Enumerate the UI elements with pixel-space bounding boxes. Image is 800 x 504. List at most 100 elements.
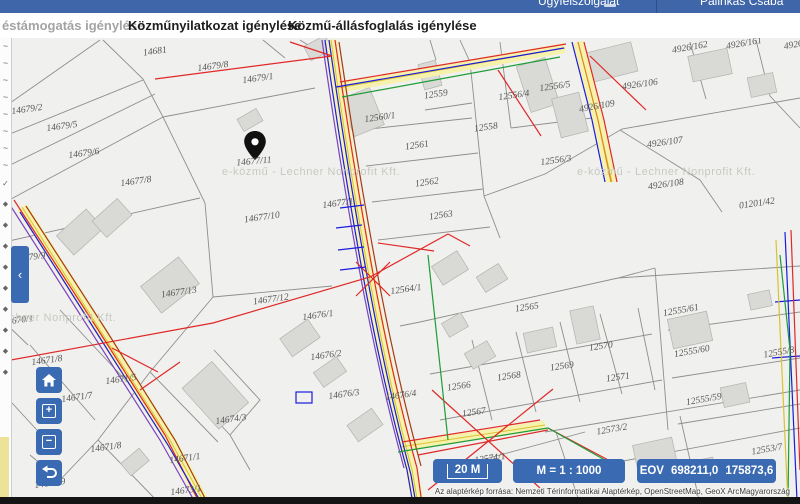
- topbar-divider: [656, 0, 657, 13]
- parcel-label: 4926/107: [647, 136, 684, 151]
- parcel-label: 12565: [515, 301, 540, 314]
- parcel-label: 4926/162: [671, 40, 708, 56]
- parcel-labels-layer: 1468114679/814679/114679/214679/514679/6…: [0, 38, 800, 504]
- parcel-label: 14679/2: [11, 103, 43, 117]
- diamond-icon[interactable]: ◆: [0, 320, 11, 341]
- map-canvas[interactable]: 1468114679/814679/114679/214679/514679/6…: [0, 38, 800, 504]
- parcel-label: 14671/8: [90, 441, 122, 455]
- diamond-icon[interactable]: ◆: [0, 215, 11, 236]
- tab-utility-position[interactable]: Közmű-állásfoglalás igénylése: [288, 18, 477, 33]
- menu-icon[interactable]: [604, 4, 616, 7]
- minus-icon: −: [42, 435, 56, 449]
- parcel-label: 14671/5: [105, 373, 137, 387]
- wave-icon[interactable]: ~: [0, 72, 11, 89]
- parcel-label: 12559: [424, 88, 449, 101]
- parcel-label: 12555/8: [763, 345, 795, 360]
- parcel-label: 4926/109: [578, 99, 615, 115]
- parcel-label: 12556/5: [539, 80, 571, 94]
- parcel-label: 01201/42: [739, 197, 776, 212]
- parcel-label: 14676/1: [302, 309, 334, 323]
- layer-highlight: [0, 437, 9, 497]
- parcel-label: 12553/7: [751, 442, 783, 457]
- parcel-label: 4926/1: [783, 38, 800, 52]
- panel-collapse-button[interactable]: ‹: [11, 246, 29, 303]
- parcel-label: 14674/3: [215, 413, 247, 427]
- diamond-icon[interactable]: ◆: [0, 341, 11, 362]
- parcel-label: 12571: [606, 371, 631, 384]
- parcel-label: 12558: [474, 121, 499, 134]
- coord-easting: 698211,0: [671, 465, 718, 477]
- parcel-label: 14679/5: [46, 120, 78, 134]
- parcel-label: 14679/6: [68, 147, 100, 161]
- tab-design-support[interactable]: éstámogatás igénylése: [2, 18, 144, 33]
- parcel-label: 12573/2: [596, 422, 628, 437]
- map-ratio-label: M = 1 : 1000: [537, 465, 602, 477]
- diamond-icon[interactable]: ◆: [0, 194, 11, 215]
- parcel-label: 12569: [550, 360, 575, 373]
- parcel-label: 12566: [447, 380, 472, 393]
- parcel-label: 12564/1: [390, 283, 422, 297]
- coord-system-label: EOV: [640, 465, 664, 477]
- parcel-label: 12556/3: [540, 154, 572, 168]
- watermark: e-közmű - Lechner Nonprofit Kft.: [222, 166, 400, 178]
- wave-icon[interactable]: ~: [0, 55, 11, 72]
- parcel-label: 14671/8: [31, 354, 63, 368]
- diamond-icon[interactable]: ◆: [0, 362, 11, 383]
- parcel-label: 14677/10: [244, 211, 281, 226]
- parcel-label: 14677/13: [161, 286, 198, 301]
- check-icon[interactable]: ✓: [0, 174, 11, 194]
- parcel-label: 12556/4: [498, 89, 530, 103]
- parcel-label: 14681: [143, 45, 168, 58]
- watermark: e-közmű - Lechner Nonprofit Kft.: [577, 166, 755, 178]
- main-nav: éstámogatás igénylése Közműnyilatkozat i…: [0, 13, 800, 38]
- wave-icon[interactable]: ~: [0, 140, 11, 157]
- bottom-window-strip: [0, 497, 800, 504]
- parcel-label: 12555/59: [685, 392, 722, 408]
- parcel-label: 14677/12: [253, 293, 290, 308]
- parcel-label: 14677/8: [120, 175, 152, 189]
- map-ratio-badge[interactable]: M = 1 : 1000: [513, 459, 625, 483]
- parcel-label: 12563: [429, 209, 454, 222]
- tab-utility-statement[interactable]: Közműnyilatkozat igénylése: [128, 18, 301, 33]
- parcel-label: 12560/1: [364, 111, 396, 125]
- parcel-label: 12567: [462, 406, 487, 419]
- wave-icon[interactable]: ~: [0, 106, 11, 123]
- parcel-label: 12555/61: [662, 303, 699, 319]
- diamond-icon[interactable]: ◆: [0, 236, 11, 257]
- coord-northing: 175873,6: [725, 465, 773, 477]
- wave-icon[interactable]: ~: [0, 38, 11, 55]
- diamond-icon[interactable]: ◆: [0, 257, 11, 278]
- parcel-label: 12561: [405, 139, 430, 152]
- diamond-icon[interactable]: ◆: [0, 299, 11, 320]
- zoom-out-button[interactable]: −: [36, 429, 62, 455]
- parcel-label: 14679/1: [242, 72, 274, 86]
- top-app-bar: Ügyfélszolgálat Pálinkás Csaba: [0, 0, 800, 13]
- parcel-label: 4926/161: [725, 38, 762, 52]
- parcel-label: 12568: [497, 370, 522, 383]
- parcel-label: 14673/1: [170, 484, 202, 498]
- wave-icon[interactable]: ~: [0, 89, 11, 106]
- user-name[interactable]: Pálinkás Csaba: [700, 0, 783, 8]
- wave-icon[interactable]: ~: [0, 157, 11, 174]
- undo-arrow-icon: [38, 464, 60, 482]
- parcel-label: 4926/106: [622, 78, 659, 93]
- home-button[interactable]: [36, 367, 62, 393]
- diamond-icon[interactable]: ◆: [0, 278, 11, 299]
- scale-bar-label: 20 M: [447, 464, 489, 479]
- home-icon: [41, 373, 57, 388]
- parcel-label: 14676/3: [328, 388, 360, 402]
- parcel-label: 12562: [415, 176, 440, 189]
- parcel-label: 14671/7: [61, 391, 93, 405]
- map-attribution: Az alaptérkép forrása: Nemzeti Térinform…: [435, 487, 790, 496]
- coordinate-readout[interactable]: EOV 698211,0 175873,6: [637, 459, 776, 483]
- parcel-label: 12555/60: [673, 344, 710, 360]
- watermark: e-közmű - Lechner Nonprofit Kft.: [0, 312, 116, 324]
- parcel-label: 14676/2: [310, 349, 342, 363]
- zoom-in-button[interactable]: +: [36, 398, 62, 424]
- plus-icon: +: [42, 404, 56, 418]
- undo-button[interactable]: [36, 460, 62, 486]
- parcel-label: 14676/4: [385, 389, 417, 403]
- parcel-label: 14677/1: [322, 197, 354, 211]
- chevron-left-icon: ‹: [18, 267, 22, 282]
- wave-icon[interactable]: ~: [0, 123, 11, 140]
